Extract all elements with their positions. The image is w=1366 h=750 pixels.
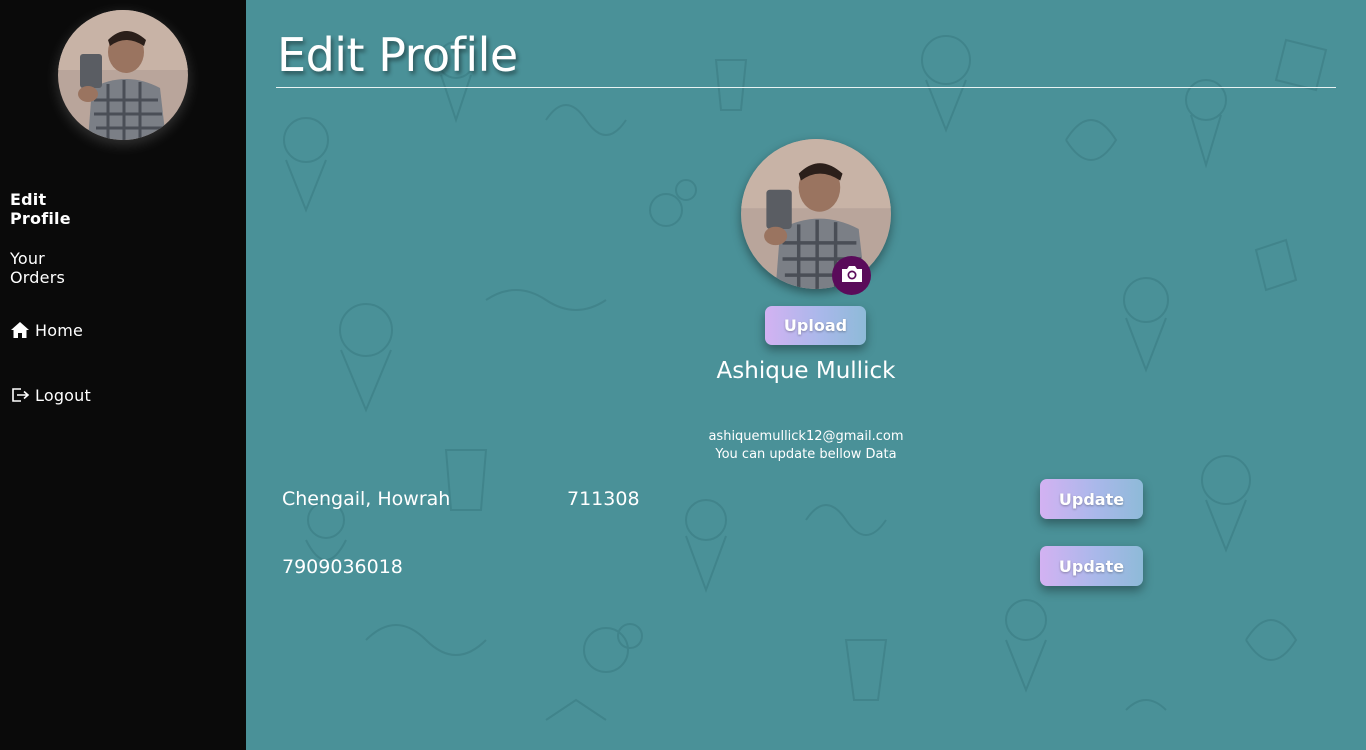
sidebar-item-label: Your Orders <box>10 249 66 287</box>
update-phone-button[interactable]: Update <box>1040 546 1143 586</box>
sidebar-item-label: Edit Profile <box>10 190 71 228</box>
update-hint: You can update bellow Data <box>715 447 897 462</box>
logout-icon <box>10 385 30 405</box>
sidebar-item-your-orders[interactable]: Your Orders <box>10 249 65 287</box>
camera-icon <box>840 264 864 288</box>
address-value: Chengail, Howrah <box>282 488 451 510</box>
profile-name-text: Ashique Mullick <box>716 358 896 384</box>
profile-email: ashiquemullick12@gmail.com <box>708 429 904 444</box>
title-divider <box>276 87 1336 88</box>
profile-name: Ashique Mullick <box>246 358 1366 384</box>
page-title: Edit Profile <box>277 28 518 82</box>
sidebar-item-home[interactable]: Home <box>10 317 83 343</box>
sidebar-avatar <box>58 10 188 140</box>
change-photo-button[interactable] <box>832 256 871 295</box>
pincode-value: 711308 <box>567 488 640 510</box>
home-icon <box>10 320 30 340</box>
sidebar-item-logout[interactable]: Logout <box>10 382 91 408</box>
sidebar-item-edit-profile[interactable]: Edit Profile <box>10 190 71 228</box>
sidebar-item-label: Logout <box>35 385 91 405</box>
update-address-button[interactable]: Update <box>1040 479 1143 519</box>
sidebar-item-label: Home <box>35 320 84 340</box>
phone-value: 7909036018 <box>282 556 403 578</box>
upload-button[interactable]: Upload <box>765 306 866 345</box>
main-panel: Edit Profile Upload Ashique Mullick ashi… <box>246 0 1366 750</box>
sidebar: Edit Profile Your Orders Home Logout <box>0 0 246 750</box>
